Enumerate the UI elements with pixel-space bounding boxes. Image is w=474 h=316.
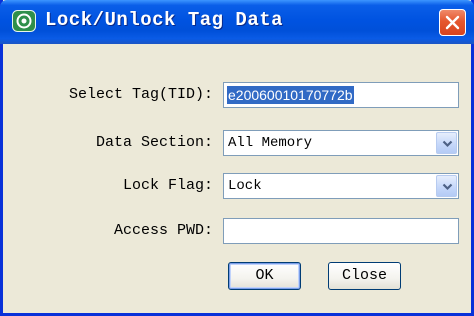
dialog-content: Select Tag(TID): e20060010170772b Data S…	[3, 44, 471, 313]
access-pwd-input[interactable]	[223, 218, 459, 244]
access-pwd-label: Access PWD:	[113, 222, 213, 239]
close-window-button[interactable]	[439, 9, 466, 36]
app-logo-icon	[12, 10, 36, 32]
close-icon	[445, 15, 460, 30]
data-section-dropdown-button[interactable]	[436, 132, 457, 154]
ok-button[interactable]: OK	[228, 262, 301, 290]
window-title: Lock/Unlock Tag Data	[45, 9, 284, 31]
select-tag-value: e20060010170772b	[227, 86, 354, 104]
data-section-select[interactable]: All Memory	[223, 130, 459, 156]
data-section-label: Data Section:	[95, 134, 213, 151]
lock-flag-value: Lock	[228, 178, 262, 194]
select-tag-field[interactable]: e20060010170772b	[223, 82, 459, 108]
lock-flag-label: Lock Flag:	[122, 177, 213, 194]
title-bar[interactable]: Lock/Unlock Tag Data	[0, 0, 474, 44]
close-button[interactable]: Close	[328, 262, 401, 290]
lock-flag-select[interactable]: Lock	[223, 173, 459, 199]
chevron-down-icon	[442, 140, 453, 148]
data-section-value: All Memory	[228, 135, 313, 151]
select-tag-label: Select Tag(TID):	[68, 86, 213, 103]
dialog-window: Lock/Unlock Tag Data Select Tag(TID): e2…	[0, 0, 474, 316]
lock-flag-dropdown-button[interactable]	[436, 175, 457, 197]
chevron-down-icon	[442, 183, 453, 191]
